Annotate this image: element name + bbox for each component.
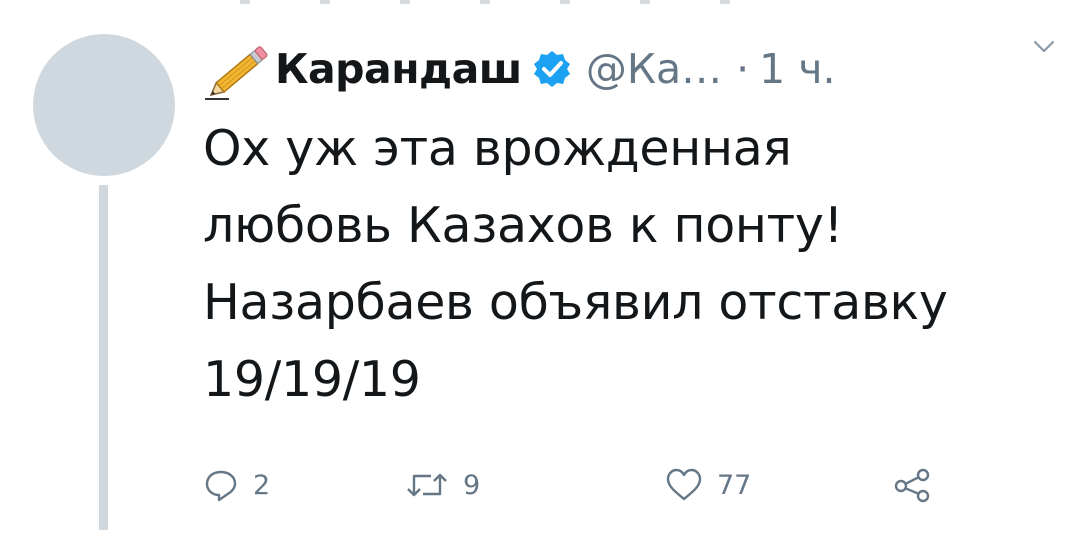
previous-tweet-cut-off <box>240 0 860 4</box>
retweet-button[interactable]: 9 <box>405 463 480 507</box>
chevron-down-icon[interactable] <box>1033 40 1055 54</box>
share-icon <box>894 468 930 503</box>
reply-count: 2 <box>253 469 271 501</box>
pencil-icon <box>205 46 268 100</box>
timestamp[interactable]: 1 ч. <box>759 45 835 93</box>
reply-icon <box>205 470 237 502</box>
thread-line <box>99 185 108 530</box>
retweet-count: 9 <box>463 469 481 501</box>
user-handle[interactable]: @Ка… <box>586 45 722 93</box>
tweet-actions: 2 9 77 <box>203 463 963 507</box>
like-button[interactable]: 77 <box>665 463 751 507</box>
share-button[interactable] <box>893 463 933 507</box>
display-name[interactable]: Карандаш <box>275 45 522 93</box>
heart-icon <box>666 468 702 501</box>
like-count: 77 <box>717 469 752 501</box>
avatar[interactable] <box>33 34 175 176</box>
retweet-icon <box>407 473 447 497</box>
tweet-header: Карандаш @Ка… · 1 ч. <box>203 34 1063 104</box>
tweet-text: Ох уж эта врожденная любовь Казахов к по… <box>203 120 948 408</box>
reply-button[interactable]: 2 <box>203 463 270 507</box>
separator-dot: · <box>736 45 750 93</box>
verified-badge-icon <box>533 51 570 87</box>
